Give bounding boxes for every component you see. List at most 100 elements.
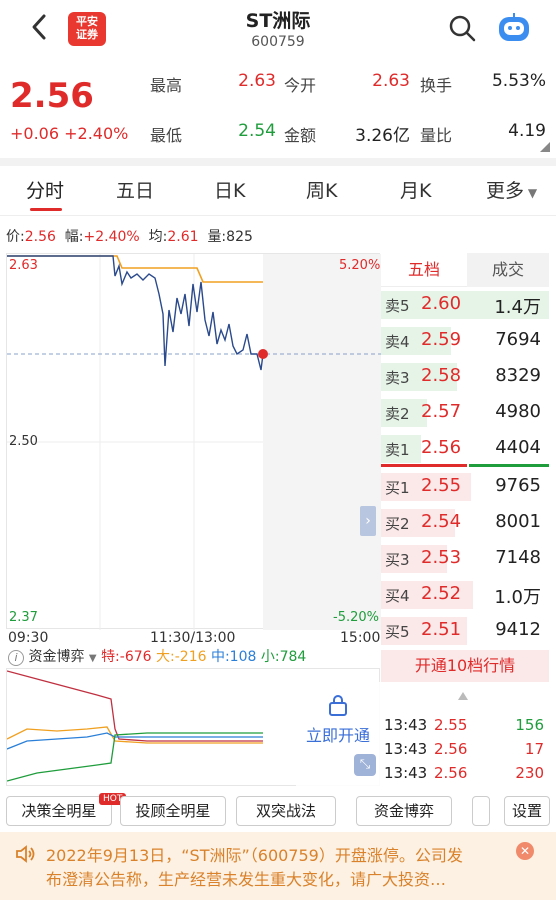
search-icon[interactable] (448, 14, 476, 42)
sell-price: 2.58 (421, 365, 462, 386)
buy-volume: 9412 (495, 619, 541, 640)
sell-price: 2.59 (421, 329, 462, 350)
sell-row-3: 卖3 2.58 8329 (381, 359, 549, 395)
vol-ratio-value: 4.19 (508, 121, 546, 141)
tab-more-label: 更多 (486, 180, 525, 202)
info-strip: 价:2.56 幅:+2.40% 均:2.61 量:825 (6, 226, 253, 246)
info-vol-label: 量: (207, 229, 227, 245)
sell-label: 卖3 (385, 369, 410, 387)
sell-volume: 8329 (495, 365, 541, 386)
buy-row-2: 买2 2.54 8001 (381, 505, 549, 541)
sell-row-4: 卖4 2.59 7694 (381, 323, 549, 359)
sell-label: 卖1 (385, 441, 410, 459)
info-vol: 825 (226, 229, 253, 245)
corner-expand-icon[interactable] (540, 142, 550, 152)
ask-ratio-bar (469, 464, 549, 467)
high-value: 2.63 (238, 71, 276, 91)
unlock-overlay[interactable]: 立即开通 ⤡ (296, 682, 380, 786)
quote-panel: 2.56 +0.06 +2.40% 最高 2.63 今开 2.63 换手 5.5… (0, 58, 556, 158)
tick-volume: 156 (515, 716, 544, 734)
caret-down-icon: ▼ (524, 186, 538, 200)
decision-star-label: 决策全明星 (21, 802, 97, 820)
info-price-label: 价: (6, 229, 25, 245)
tab-more[interactable]: 更多 ▼ (486, 176, 537, 203)
tick-volume: 230 (515, 764, 544, 782)
extra-button[interactable] (472, 796, 490, 826)
y-axis-top: 2.63 (9, 258, 38, 273)
amount-value: 3.26亿 (355, 126, 410, 146)
caret-down-icon: ▼ (88, 653, 97, 664)
info-icon[interactable]: i (8, 650, 24, 666)
tab-weekly-k[interactable]: 周K (306, 176, 337, 203)
tab-five-day[interactable]: 五日 (116, 176, 154, 203)
capital-flow-selector[interactable]: 资金博弈 ▼ (28, 649, 96, 665)
scroll-up-icon[interactable] (458, 692, 468, 700)
time-start: 09:30 (8, 630, 49, 646)
notice-text: 2022年9月13日，“ST洲际”（600759）开盘涨停。公司发 布澄清公告称… (46, 844, 506, 892)
section-divider (0, 158, 556, 166)
large-flow: 大:-216 (156, 649, 207, 665)
intraday-chart[interactable]: 2.63 2.50 2.37 5.20% -5.20% (6, 253, 381, 630)
sell-row-1: 卖1 2.56 4404 (381, 431, 549, 467)
buy-row-4: 买4 2.52 1.0万 (381, 577, 549, 613)
sell-volume: 1.4万 (494, 297, 541, 318)
capital-flow-title: 资金博弈 (28, 649, 85, 665)
robot-icon[interactable] (496, 12, 532, 44)
buy-volume: 7148 (495, 547, 541, 568)
open-label: 今开 (284, 76, 317, 95)
amount-label: 金额 (284, 126, 317, 145)
special-flow: 特:-676 (101, 649, 152, 665)
intraday-chart-svg (7, 254, 381, 630)
price-change: +0.06 +2.40% (10, 124, 129, 143)
advisor-star-button[interactable]: 投顾全明星 (120, 796, 226, 826)
lock-icon (329, 695, 347, 716)
sell-price: 2.57 (421, 401, 462, 422)
sell-label: 卖2 (385, 405, 410, 423)
info-price: 2.56 (24, 229, 56, 245)
vol-ratio-label: 量比 (420, 126, 453, 145)
buy-label: 买1 (385, 479, 410, 497)
tab-five-levels[interactable]: 五档 (381, 253, 467, 287)
tab-daily-k[interactable]: 日K (214, 176, 245, 203)
small-flow: 小:784 (260, 649, 307, 665)
tab-monthly-k[interactable]: 月K (400, 176, 431, 203)
notice-banner[interactable]: 2022年9月13日，“ST洲际”（600759）开盘涨停。公司发 布澄清公告称… (0, 832, 556, 900)
tick-price: 2.56 (434, 740, 468, 758)
buy-label: 买5 (385, 623, 410, 641)
expand-icon[interactable]: ⤡ (354, 754, 376, 776)
expand-panel-arrow-icon[interactable]: › (360, 506, 376, 536)
unlock-label: 立即开通 (305, 726, 370, 745)
low-label: 最低 (150, 126, 183, 145)
info-avg: 2.61 (167, 229, 199, 245)
buy-price: 2.53 (421, 547, 462, 568)
info-avg-label: 均: (148, 229, 168, 245)
close-icon[interactable]: ✕ (516, 842, 534, 860)
high-label: 最高 (150, 76, 183, 95)
bid-ratio-bar (381, 464, 467, 467)
decision-star-button[interactable]: 决策全明星 HOT (6, 793, 127, 826)
tab-trades[interactable]: 成交 (467, 253, 549, 287)
sell-price: 2.56 (421, 437, 462, 458)
buy-price: 2.52 (421, 583, 462, 604)
settings-button[interactable]: 设置 (504, 796, 550, 826)
tick-price: 2.56 (434, 764, 468, 782)
buy-volume: 9765 (495, 475, 541, 496)
capital-flow-header: i 资金博弈 ▼ 特:-676 大:-216 中:108 小:784 (8, 646, 380, 668)
capital-flow-button[interactable]: 资金博弈 (356, 796, 452, 826)
buy-price: 2.54 (421, 511, 462, 532)
time-mid: 11:30/13:00 (150, 630, 236, 646)
buy-row-5: 买5 2.51 9412 (381, 613, 549, 649)
double-breakout-button[interactable]: 双突战法 (236, 796, 336, 826)
buy-label: 买3 (385, 551, 410, 569)
sell-volume: 4980 (495, 401, 541, 422)
buy-row-3: 买3 2.53 7148 (381, 541, 549, 577)
tab-intraday[interactable]: 分时 (26, 176, 64, 203)
sell-volume: 7694 (495, 329, 541, 350)
buy-price: 2.55 (421, 475, 462, 496)
time-end: 15:00 (340, 630, 381, 646)
pct-axis-bottom: -5.20% (333, 610, 379, 625)
open-10-levels-button[interactable]: 开通10档行情 (381, 650, 549, 682)
sell-row-2: 卖2 2.57 4980 (381, 395, 549, 431)
turnover-value: 5.53% (491, 71, 546, 91)
buy-label: 买4 (385, 587, 410, 605)
